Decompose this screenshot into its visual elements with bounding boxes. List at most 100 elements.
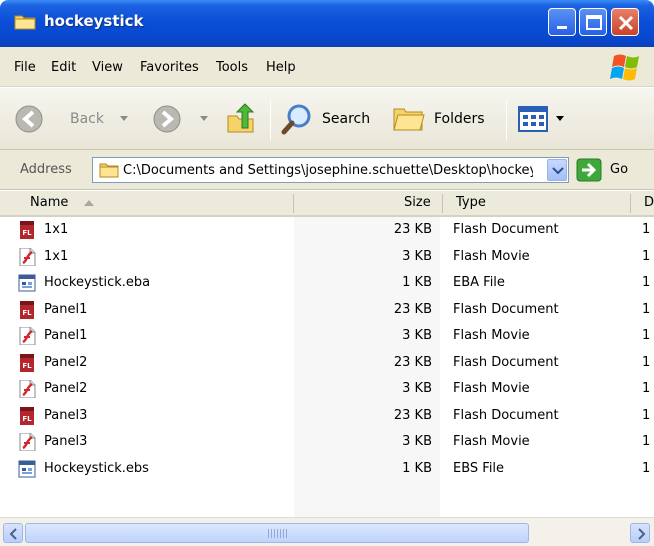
file-name: Panel1 bbox=[44, 328, 88, 343]
file-date: 1 bbox=[642, 460, 651, 476]
list-item[interactable]: FL Panel1 23 KB Flash Document 1 bbox=[0, 297, 654, 323]
fla-icon: FL bbox=[20, 406, 34, 425]
address-label: Address bbox=[20, 162, 72, 177]
windows-logo-icon bbox=[606, 50, 646, 86]
list-item[interactable]: Panel2 3 KB Flash Movie 1 bbox=[0, 376, 654, 402]
back-button[interactable]: Back bbox=[8, 88, 128, 150]
swf-icon bbox=[19, 380, 36, 398]
toolbar-separator bbox=[506, 100, 507, 140]
column-header-date[interactable]: D bbox=[644, 195, 654, 210]
file-size: 23 KB bbox=[393, 222, 432, 237]
generic-file-icon bbox=[18, 274, 36, 292]
menu-tools[interactable]: Tools bbox=[216, 60, 248, 75]
close-button[interactable] bbox=[611, 8, 639, 36]
list-header: Name Size Type D bbox=[0, 191, 654, 217]
menu-bar: File Edit View Favorites Tools Help bbox=[0, 47, 654, 87]
toolbar: Back Search Folders bbox=[0, 88, 654, 150]
forward-button[interactable] bbox=[148, 88, 218, 150]
column-header-size[interactable]: Size bbox=[404, 195, 431, 210]
file-size: 1 KB bbox=[402, 460, 432, 476]
file-size: 23 KB bbox=[393, 354, 432, 370]
file-size: 3 KB bbox=[402, 248, 432, 264]
file-type: Flash Movie bbox=[453, 381, 530, 396]
svg-text:FL: FL bbox=[22, 309, 32, 317]
list-item[interactable]: FL Panel2 23 KB Flash Document 1 bbox=[0, 350, 654, 376]
column-header-name[interactable]: Name bbox=[30, 195, 68, 210]
scroll-thumb[interactable] bbox=[25, 523, 529, 543]
swf-icon bbox=[19, 247, 36, 266]
file-name: Hockeystick.ebs bbox=[44, 460, 149, 476]
column-divider[interactable] bbox=[442, 194, 443, 213]
file-name: Panel2 bbox=[44, 381, 88, 396]
swf-icon bbox=[19, 433, 36, 451]
column-divider[interactable] bbox=[630, 194, 631, 213]
go-button[interactable]: Go bbox=[574, 157, 644, 183]
file-type: EBS File bbox=[453, 460, 505, 476]
file-type: EBA File bbox=[453, 275, 505, 290]
list-item[interactable]: FL 1x1 23 KB Flash Document 1 bbox=[0, 217, 654, 243]
file-date: 1 bbox=[642, 407, 651, 423]
menu-view[interactable]: View bbox=[92, 60, 123, 75]
file-date: 1 bbox=[642, 301, 651, 317]
file-date: 1 bbox=[642, 222, 651, 237]
back-label: Back bbox=[70, 111, 104, 127]
file-date: 1 bbox=[642, 354, 651, 370]
list-item[interactable]: 1x1 3 KB Flash Movie 1 bbox=[0, 244, 654, 270]
horizontal-scrollbar[interactable] bbox=[0, 517, 654, 546]
file-name: Panel3 bbox=[44, 434, 88, 449]
menu-edit[interactable]: Edit bbox=[51, 60, 76, 75]
sort-ascending-icon bbox=[84, 200, 94, 206]
column-divider[interactable] bbox=[293, 194, 294, 213]
close-icon bbox=[618, 15, 634, 31]
file-name: 1x1 bbox=[44, 248, 69, 264]
maximize-button[interactable] bbox=[579, 8, 607, 36]
list-item[interactable]: FL Panel3 23 KB Flash Document 1 bbox=[0, 403, 654, 429]
file-size: 3 KB bbox=[402, 434, 432, 449]
file-date: 1 bbox=[642, 381, 651, 396]
list-item[interactable]: Hockeystick.ebs 1 KB EBS File 1 bbox=[0, 456, 654, 482]
file-list[interactable]: FL 1x1 23 KB Flash Document 1 1x1 3 KB Flash Mo… bbox=[0, 217, 654, 517]
chevron-right-icon bbox=[638, 528, 646, 540]
up-folder-button[interactable] bbox=[222, 88, 262, 150]
fla-icon: FL bbox=[20, 353, 34, 372]
file-date: 1 bbox=[642, 275, 651, 290]
search-button[interactable]: Search bbox=[276, 88, 380, 150]
file-name: Panel2 bbox=[44, 354, 88, 370]
window-title: hockeystick bbox=[44, 12, 144, 30]
menu-help[interactable]: Help bbox=[266, 60, 296, 75]
title-bar[interactable]: hockeystick bbox=[0, 0, 654, 47]
address-input[interactable]: C:\Documents and Settings\josephine.schu… bbox=[92, 157, 569, 183]
list-item[interactable]: Hockeystick.eba 1 KB EBA File 1 bbox=[0, 270, 654, 296]
views-icon bbox=[518, 106, 548, 132]
list-item[interactable]: Panel3 3 KB Flash Movie 1 bbox=[0, 429, 654, 455]
scroll-right-button[interactable] bbox=[630, 523, 650, 543]
file-size: 23 KB bbox=[393, 407, 432, 423]
up-folder-icon bbox=[227, 103, 255, 133]
folder-icon bbox=[99, 163, 119, 178]
svg-text:FL: FL bbox=[22, 362, 32, 370]
minimize-button[interactable] bbox=[548, 8, 576, 36]
list-item[interactable]: Panel1 3 KB Flash Movie 1 bbox=[0, 323, 654, 349]
minimize-icon bbox=[557, 26, 567, 29]
file-type: Flash Document bbox=[453, 301, 559, 317]
scroll-left-button[interactable] bbox=[3, 523, 23, 543]
folders-button[interactable]: Folders bbox=[388, 88, 498, 150]
svg-text:FL: FL bbox=[22, 229, 32, 237]
fla-icon: FL bbox=[20, 300, 34, 319]
views-button[interactable] bbox=[514, 88, 570, 150]
file-size: 3 KB bbox=[402, 328, 432, 343]
forward-arrow-icon bbox=[153, 105, 181, 133]
go-label: Go bbox=[610, 162, 629, 177]
menu-file[interactable]: File bbox=[14, 60, 36, 75]
file-date: 1 bbox=[642, 434, 651, 449]
file-size: 3 KB bbox=[402, 381, 432, 396]
file-type: Flash Document bbox=[453, 354, 559, 370]
menu-favorites[interactable]: Favorites bbox=[140, 60, 199, 75]
address-dropdown-button[interactable] bbox=[547, 159, 567, 181]
generic-file-icon bbox=[18, 460, 36, 477]
file-name: 1x1 bbox=[44, 222, 69, 237]
file-date: 1 bbox=[642, 328, 651, 343]
column-header-type[interactable]: Type bbox=[456, 195, 486, 210]
file-date: 1 bbox=[642, 248, 651, 264]
chevron-down-icon bbox=[556, 116, 564, 121]
